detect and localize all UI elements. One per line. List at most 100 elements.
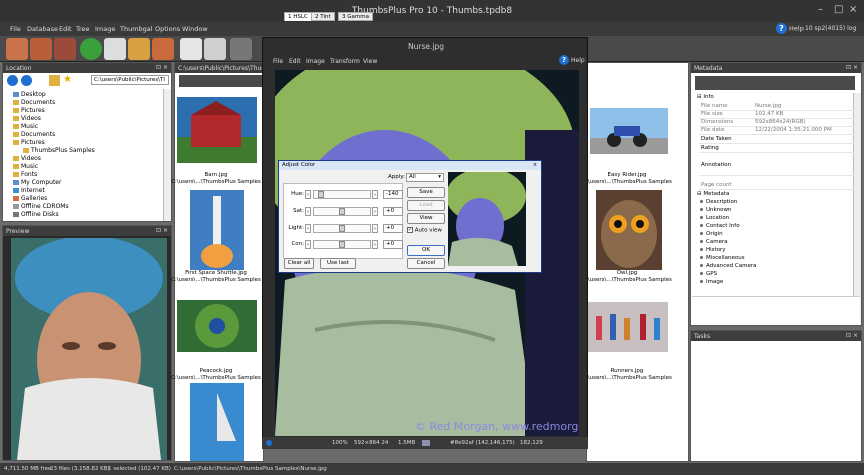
favorite-star-icon[interactable]: ★ xyxy=(63,75,74,86)
maximize-icon[interactable]: □ xyxy=(834,4,843,15)
menu-file[interactable]: File xyxy=(10,25,21,33)
sat-increase[interactable]: › xyxy=(372,207,378,216)
light-decrease[interactable]: ‹ xyxy=(305,224,311,233)
cancel-button[interactable]: Cancel xyxy=(407,258,445,269)
view-button[interactable]: View xyxy=(407,213,445,224)
gallery-icon[interactable] xyxy=(152,38,174,60)
panel-pin-icon[interactable]: ⊡ × xyxy=(846,332,858,339)
panel-pin-icon[interactable]: ⊡ × xyxy=(156,227,168,234)
menu-thumbgal[interactable]: Thumbgal xyxy=(120,25,153,33)
menu-edit[interactable]: Edit xyxy=(59,25,72,33)
tree-fonts[interactable]: Fonts xyxy=(13,171,37,178)
folder-up-icon[interactable] xyxy=(49,75,60,86)
location-path-input[interactable]: C:\users\Public\Pictures\Tl xyxy=(91,75,169,85)
sat-slider-knob[interactable] xyxy=(339,208,345,215)
meta-cat-miscellaneous[interactable]: Miscellaneous xyxy=(700,255,745,261)
thumb-shuttle[interactable] xyxy=(190,190,244,270)
location-scrollbar[interactable] xyxy=(163,89,171,221)
metadata-edit-area[interactable] xyxy=(692,296,860,324)
copy-icon[interactable] xyxy=(180,38,202,60)
meta-row-rating[interactable]: Rating xyxy=(699,145,854,153)
light-slider[interactable] xyxy=(313,224,371,233)
paste-icon[interactable] xyxy=(204,38,226,60)
thumb-runners[interactable] xyxy=(588,302,668,352)
hue-decrease[interactable]: ‹ xyxy=(305,190,311,199)
viewer-info-icon[interactable] xyxy=(266,440,272,446)
meta-cat-unknown[interactable]: Unknown xyxy=(700,207,732,213)
viewer-menu-view[interactable]: View xyxy=(363,58,377,65)
viewer-menu-edit[interactable]: Edit xyxy=(289,58,301,65)
clear-all-button[interactable]: Clear all xyxy=(284,258,314,269)
forward-icon[interactable] xyxy=(21,75,32,86)
thumb-barn[interactable] xyxy=(177,97,257,163)
metadata-scrollbar[interactable] xyxy=(853,93,861,323)
tree-documents-2[interactable]: Documents xyxy=(13,131,55,138)
meta-cat-origin[interactable]: Origin xyxy=(700,231,723,237)
tree-internet[interactable]: Internet xyxy=(13,187,45,194)
binoculars-icon[interactable] xyxy=(230,38,252,60)
save-button[interactable]: Save xyxy=(407,187,445,198)
thumb-easy-rider[interactable] xyxy=(590,108,668,154)
info-icon[interactable] xyxy=(80,38,102,60)
slideshow-icon[interactable] xyxy=(128,38,150,60)
con-decrease[interactable]: ‹ xyxy=(305,240,311,249)
con-increase[interactable]: › xyxy=(372,240,378,249)
menu-image[interactable]: Image xyxy=(95,25,115,33)
meta-cat-history[interactable]: History xyxy=(700,247,726,253)
auto-view-checkbox[interactable]: ✓ Auto view xyxy=(407,227,442,234)
viewer-menu-image[interactable]: Image xyxy=(306,58,325,65)
viewer-menu-transform[interactable]: Transform xyxy=(330,58,360,65)
tree-music-2[interactable]: Music xyxy=(13,163,38,170)
info-section[interactable]: ⊟ Info xyxy=(697,94,714,100)
hue-slider-knob[interactable] xyxy=(318,191,324,198)
con-slider[interactable] xyxy=(313,240,371,249)
thumb-owl[interactable] xyxy=(596,190,662,270)
menu-tree[interactable]: Tree xyxy=(76,25,90,33)
viewer-menu-file[interactable]: File xyxy=(273,58,283,65)
panel-pin-icon[interactable]: ⊡ × xyxy=(846,64,858,71)
tree-videos[interactable]: Videos xyxy=(13,115,41,122)
meta-row-date-taken[interactable]: Date Taken xyxy=(699,136,854,144)
thumb-peacock[interactable] xyxy=(177,300,257,352)
menu-window[interactable]: Window xyxy=(182,25,208,33)
menu-options[interactable]: Options xyxy=(155,25,180,33)
close-icon[interactable]: × xyxy=(849,4,857,15)
tree-music[interactable]: Music xyxy=(13,123,38,130)
meta-cat-location[interactable]: Location xyxy=(700,215,729,221)
hand-grab-icon[interactable] xyxy=(54,38,76,60)
thumb-sailboat[interactable] xyxy=(190,383,244,461)
hand-pointer-icon[interactable] xyxy=(30,38,52,60)
panel-pin-icon[interactable]: ⊡ × xyxy=(156,64,168,71)
tree-pictures-2[interactable]: Pictures xyxy=(13,139,45,146)
ok-button[interactable]: OK xyxy=(407,245,445,256)
con-value[interactable]: +0 xyxy=(383,240,403,249)
meta-row-annotation[interactable]: Annotation xyxy=(699,162,854,176)
tree-desktop[interactable]: Desktop xyxy=(13,91,46,98)
use-last-button[interactable]: Use last xyxy=(320,258,356,269)
tree-thumbsplus-samples[interactable]: ThumbsPlus Samples xyxy=(23,147,95,154)
tree-documents[interactable]: Documents xyxy=(13,99,55,106)
tree-galleries[interactable]: Galleries xyxy=(13,195,47,202)
light-increase[interactable]: › xyxy=(372,224,378,233)
hue-value[interactable]: -140 xyxy=(383,190,403,199)
light-value[interactable]: +0 xyxy=(383,224,403,233)
tree-offline-disks[interactable]: Offline Disks xyxy=(13,211,59,218)
meta-cat-advanced-camera[interactable]: Advanced Camera xyxy=(700,263,757,269)
meta-cat-image[interactable]: Image xyxy=(700,279,723,285)
light-slider-knob[interactable] xyxy=(339,225,345,232)
menu-database[interactable]: Database xyxy=(27,25,58,33)
back-icon[interactable] xyxy=(7,75,18,86)
apply-select[interactable]: All ▾ xyxy=(406,173,444,182)
tree-my-computer[interactable]: My Computer xyxy=(13,179,61,186)
meta-cat-camera[interactable]: Camera xyxy=(700,239,728,245)
hand-icon[interactable] xyxy=(6,38,28,60)
minimize-icon[interactable]: – xyxy=(818,4,823,15)
sat-decrease[interactable]: ‹ xyxy=(305,207,311,216)
tab-tint[interactable]: 2 Tint xyxy=(311,12,335,21)
load-button[interactable]: Load xyxy=(407,200,445,211)
hue-increase[interactable]: › xyxy=(372,190,378,199)
dialog-close-icon[interactable]: × xyxy=(531,162,539,169)
meta-cat-gps[interactable]: GPS xyxy=(700,271,717,277)
help-menu[interactable]: ? Help xyxy=(776,23,804,34)
meta-cat-contact-info[interactable]: Contact Info xyxy=(700,223,740,229)
